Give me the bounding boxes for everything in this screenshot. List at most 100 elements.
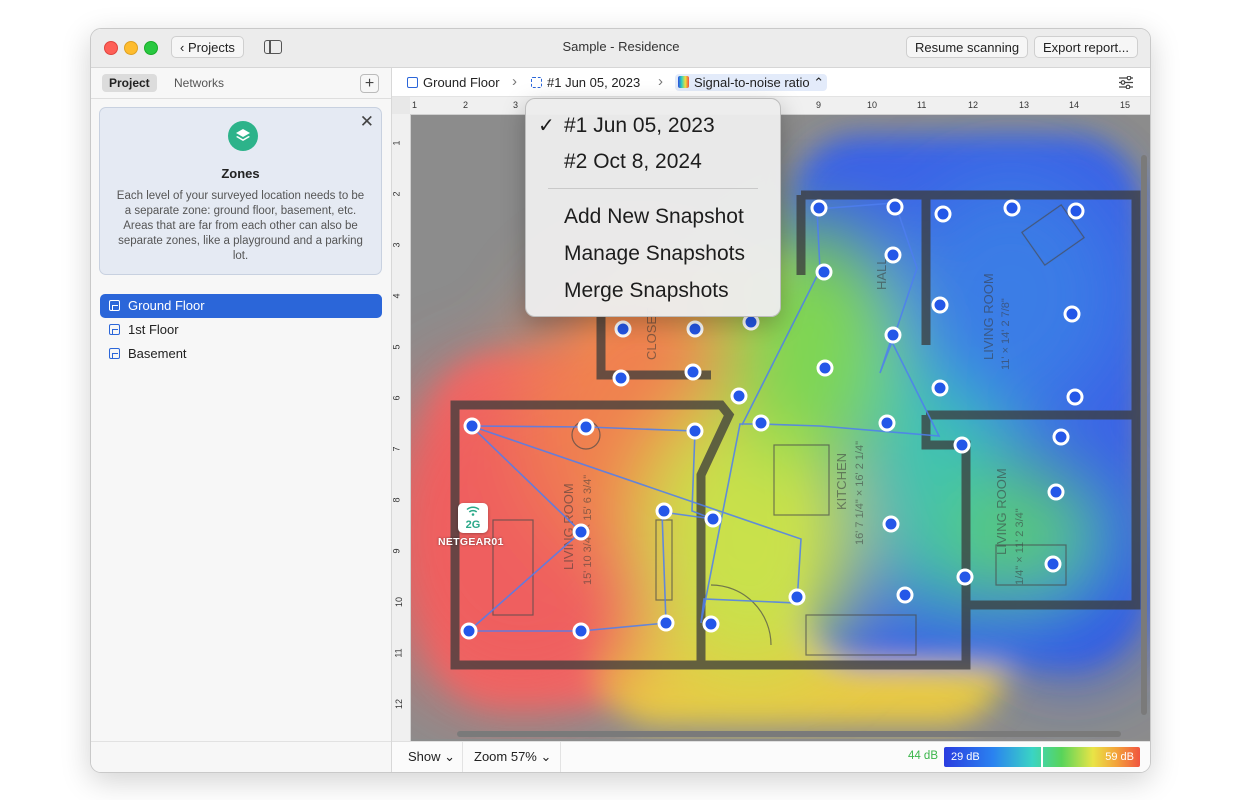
breadcrumb: Ground Floor › #1 Jun 05, 2023 › Signal-… — [392, 68, 1150, 97]
zone-item-label: 1st Floor — [128, 322, 179, 337]
zones-card-title: Zones — [221, 166, 260, 181]
floor-icon — [109, 348, 120, 359]
survey-point — [702, 615, 720, 633]
wifi-icon — [466, 506, 480, 516]
bottom-toolbar: Show ⌄ Zoom 57% ⌄ 44 dB 29 dB 59 dB — [392, 741, 1150, 772]
breadcrumb-snapshot[interactable]: #1 Jun 05, 2023 — [531, 75, 640, 90]
zone-item-label: Ground Floor — [128, 298, 205, 313]
menu-item-add-snapshot[interactable]: Add New Snapshot — [564, 205, 744, 229]
survey-point — [956, 568, 974, 586]
survey-point — [816, 359, 834, 377]
ruler-label: 7 — [391, 446, 402, 452]
survey-point — [460, 622, 478, 640]
ruler-corner — [392, 97, 410, 114]
survey-point — [572, 622, 590, 640]
projects-button[interactable]: ‹ Projects — [171, 36, 244, 58]
ruler-label: 10 — [867, 100, 878, 110]
room-label: KITCHEN — [834, 453, 849, 510]
room-dimensions: 11' × 14' 2 7/8" — [1000, 298, 1012, 370]
show-menu-button[interactable]: Show ⌄ — [408, 742, 455, 772]
sidebar-toggle-icon[interactable] — [264, 40, 282, 54]
survey-point — [684, 363, 702, 381]
ruler-label: 8 — [391, 497, 402, 503]
gradient-icon — [678, 76, 689, 88]
close-window-button[interactable] — [104, 41, 118, 55]
show-menu-label: Show — [408, 749, 441, 764]
ruler-label: 12 — [968, 100, 979, 110]
menu-item-snapshot-2[interactable]: #2 Oct 8, 2024 — [564, 150, 702, 174]
sidebar-bottom-divider — [91, 741, 391, 742]
survey-point — [572, 523, 590, 541]
survey-point — [896, 586, 914, 604]
zone-item-ground-floor[interactable]: Ground Floor — [100, 294, 382, 318]
ruler-label: 2 — [391, 191, 402, 197]
ruler-label: 10 — [394, 596, 405, 608]
projects-button-label: Projects — [187, 40, 235, 55]
ruler-label: 9 — [816, 100, 822, 110]
ruler-label: 12 — [394, 698, 405, 710]
title-bar: ‹ Projects Sample - Residence Resume sca… — [91, 29, 1150, 68]
breadcrumb-zone[interactable]: Ground Floor — [407, 75, 500, 90]
survey-point — [934, 205, 952, 223]
access-point-marker[interactable]: 2G — [458, 503, 488, 533]
survey-point — [884, 246, 902, 264]
survey-point — [931, 379, 949, 397]
export-report-button[interactable]: Export report... — [1034, 36, 1138, 58]
ruler-label: 11 — [917, 100, 927, 110]
zone-list: Ground Floor 1st Floor Basement — [100, 294, 382, 366]
zones-info-card: ✕ Zones Each level of your surveyed loca… — [99, 107, 382, 275]
chevron-right-icon: › — [658, 73, 663, 90]
survey-point — [1052, 428, 1070, 446]
up-down-chevron-icon: ⌃ — [813, 75, 825, 90]
toolbar-separator — [462, 742, 463, 772]
room-label: LIVING ROOM — [981, 273, 996, 360]
survey-point — [655, 502, 673, 520]
zone-item-basement[interactable]: Basement — [100, 342, 382, 366]
survey-point — [730, 387, 748, 405]
filter-icon[interactable] — [1118, 76, 1134, 89]
ruler-label: 6 — [391, 395, 402, 401]
room-dimensions: 16' 7 1/4" × 16' 2 1/4" — [854, 441, 866, 545]
ruler-label: 14 — [1069, 100, 1080, 110]
survey-point — [882, 515, 900, 533]
sidebar: Project Networks + ✕ Zones Each level of… — [91, 68, 392, 772]
breadcrumb-snapshot-label: #1 Jun 05, 2023 — [547, 75, 641, 90]
room-label: LIVING ROOM — [994, 468, 1009, 555]
ruler-label: 11 — [393, 648, 404, 658]
zone-item-1st-floor[interactable]: 1st Floor — [100, 318, 382, 342]
zoom-window-button[interactable] — [144, 41, 158, 55]
visualization-selector[interactable]: Signal-to-noise ratio ⌃ — [675, 74, 828, 91]
survey-point — [614, 320, 632, 338]
floor-icon — [407, 77, 418, 88]
minimize-window-button[interactable] — [124, 41, 138, 55]
menu-item-snapshot-1[interactable]: #1 Jun 05, 2023 — [564, 114, 715, 138]
ruler-label: 4 — [391, 293, 402, 299]
survey-point — [878, 414, 896, 432]
zoom-menu-label: Zoom 57% — [474, 749, 537, 764]
ruler-label: 9 — [391, 548, 402, 554]
close-icon[interactable]: ✕ — [360, 112, 374, 132]
survey-point — [463, 417, 481, 435]
survey-point — [1067, 202, 1085, 220]
tab-project[interactable]: Project — [102, 74, 157, 92]
window-title: Sample - Residence — [562, 39, 680, 54]
floor-icon — [109, 300, 120, 311]
zoom-menu-button[interactable]: Zoom 57% ⌄ — [474, 742, 551, 772]
tab-networks[interactable]: Networks — [167, 74, 231, 92]
breadcrumb-zone-label: Ground Floor — [423, 75, 500, 90]
survey-point — [657, 614, 675, 632]
add-zone-button[interactable]: + — [360, 74, 379, 93]
menu-item-merge-snapshots[interactable]: Merge Snapshots — [564, 279, 729, 303]
menu-item-manage-snapshots[interactable]: Manage Snapshots — [564, 242, 745, 266]
snapshot-dropdown-menu: ✓ #1 Jun 05, 2023 #2 Oct 8, 2024 Add New… — [525, 98, 781, 317]
ruler-label: 15 — [1120, 100, 1131, 110]
chevron-down-icon: ⌄ — [540, 749, 552, 764]
survey-point — [810, 199, 828, 217]
survey-point — [815, 263, 833, 281]
resume-scanning-button[interactable]: Resume scanning — [906, 36, 1029, 58]
checkmark-icon: ✓ — [538, 115, 555, 137]
ruler-label: 13 — [1019, 100, 1030, 110]
survey-point — [752, 414, 770, 432]
room-label: LIVING ROOM — [561, 483, 576, 570]
survey-point — [1063, 305, 1081, 323]
